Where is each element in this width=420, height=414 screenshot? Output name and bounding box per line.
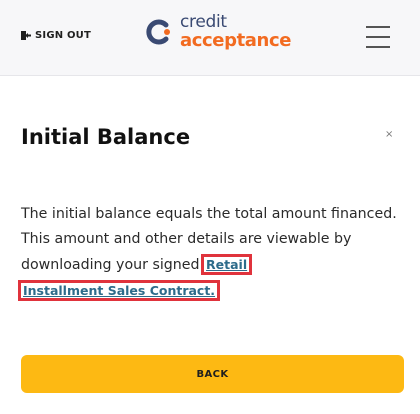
top-header: SIGN OUT credit acceptance [0, 0, 420, 76]
dialog-body-text: The initial balance equals the total amo… [17, 202, 401, 304]
hamburger-menu-icon[interactable] [366, 26, 390, 48]
dialog-title: Initial Balance [21, 125, 191, 149]
logo-text-top: credit [180, 12, 227, 32]
credit-acceptance-logo[interactable]: credit acceptance [144, 14, 291, 50]
sign-out-label: SIGN OUT [35, 30, 92, 41]
logo-mark-icon [146, 19, 170, 45]
contract-link-part1[interactable]: Retail [201, 254, 253, 275]
back-button[interactable]: BACK [21, 355, 404, 393]
sign-out-button[interactable]: SIGN OUT [21, 30, 91, 41]
logo-text-bottom: acceptance [180, 30, 292, 51]
close-icon[interactable]: × [385, 129, 393, 140]
sign-out-icon [21, 31, 31, 40]
contract-link-part2[interactable]: Installment Sales Contract. [17, 280, 221, 301]
